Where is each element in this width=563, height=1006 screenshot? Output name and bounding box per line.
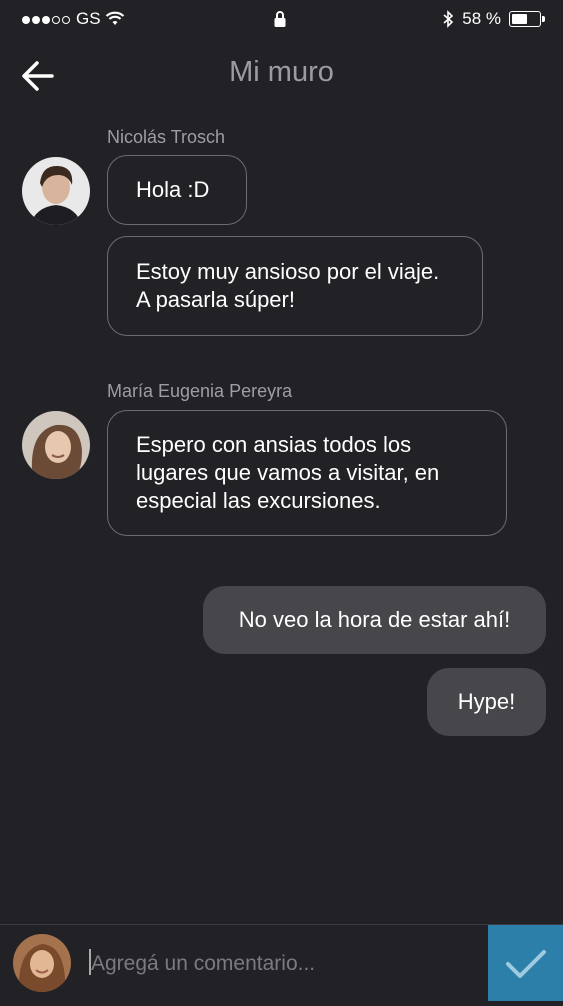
own-message-bubble: No veo la hora de estar ahí! (203, 586, 546, 654)
send-button[interactable] (488, 925, 563, 1001)
comment-input[interactable] (89, 943, 473, 985)
message-bubble: Hola :D (107, 155, 247, 225)
own-message-bubble: Hype! (427, 668, 546, 736)
back-button[interactable] (20, 58, 56, 94)
message-text: Hola :D (136, 177, 210, 202)
sender-name: Nicolás Trosch (107, 127, 226, 147)
battery-icon (509, 11, 545, 27)
carrier-label: GS (76, 9, 101, 28)
message-bubble: Estoy muy ansioso por el viaje. A pasarl… (107, 236, 483, 336)
wifi-icon (105, 11, 124, 25)
signal-dots-icon (22, 9, 72, 29)
checkmark-icon (506, 950, 546, 978)
status-left: GS (22, 9, 125, 29)
user-avatar (13, 934, 71, 992)
page-title: Mi muro (229, 56, 334, 88)
status-right: 58 % (442, 9, 545, 29)
message-text: Estoy muy ansioso por el viaje. A pasarl… (136, 259, 440, 312)
message-bubble: Espero con ansias todos los lugares que … (107, 410, 507, 536)
avatar[interactable] (22, 157, 90, 225)
message-text: Hype! (457, 689, 516, 714)
nav-bar: Mi muro (0, 40, 563, 110)
text-caret (89, 949, 91, 975)
lock-icon (273, 10, 287, 33)
bluetooth-icon (443, 10, 454, 28)
sender-name: María Eugenia Pereyra (107, 381, 293, 401)
message-text: Espero con ansias todos los lugares que … (136, 432, 440, 513)
status-bar: GS 58 % (0, 0, 563, 40)
avatar[interactable] (22, 411, 90, 479)
back-arrow-icon (22, 61, 54, 91)
comment-composer (0, 924, 563, 1001)
battery-percent: 58 % (462, 9, 501, 28)
message-text: No veo la hora de estar ahí! (238, 607, 511, 632)
